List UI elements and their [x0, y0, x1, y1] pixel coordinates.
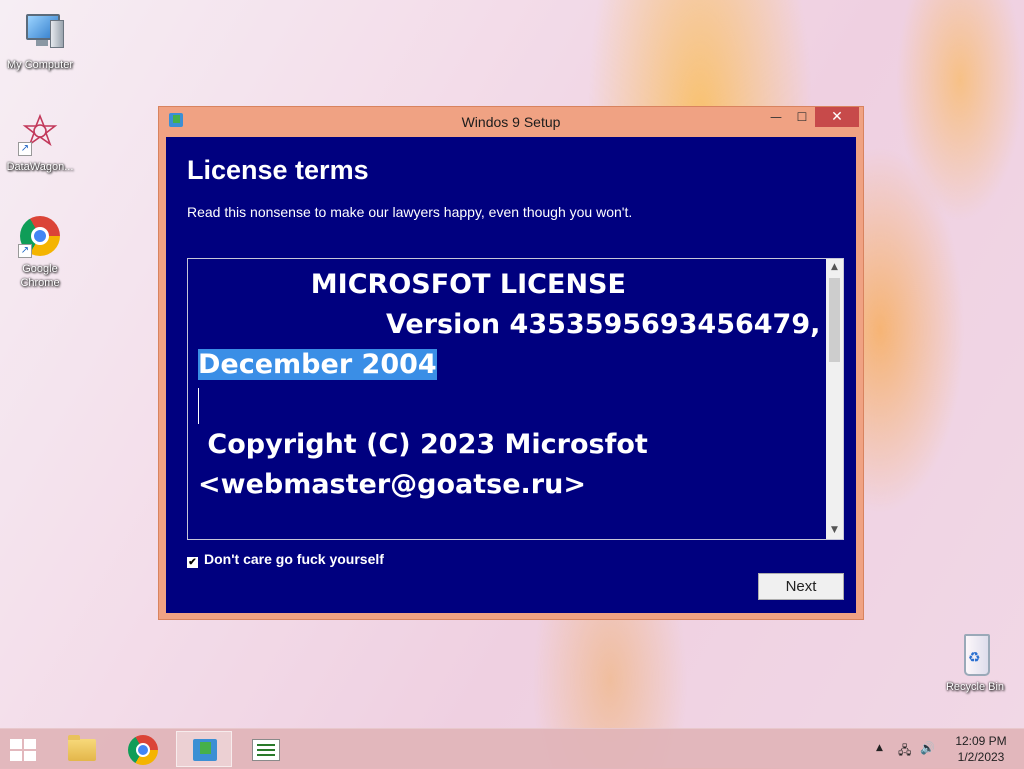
- desktop-icon-my-computer[interactable]: My Computer: [0, 8, 80, 72]
- taskbar-chrome[interactable]: [116, 731, 172, 767]
- license-scrollbar[interactable]: ▲ ▼: [826, 259, 843, 539]
- page-title: License terms: [187, 155, 369, 185]
- taskbar-setup[interactable]: [176, 731, 232, 767]
- next-button[interactable]: Next: [758, 573, 844, 600]
- desktop-icon-label: Recycle Bin: [945, 681, 1005, 693]
- shortcut-arrow-icon: ↗: [18, 142, 32, 156]
- window-title: Windos 9 Setup: [461, 114, 561, 130]
- computer-icon: [16, 8, 64, 56]
- datawagon-icon: ↗: [16, 110, 64, 158]
- accept-checkbox-row[interactable]: ✔ Don't care go fuck yourself: [187, 551, 384, 568]
- setup-window: Windos 9 Setup — ☐ ✕ License terms Read …: [158, 106, 864, 620]
- text-caret: [198, 387, 199, 424]
- start-button[interactable]: [0, 731, 56, 767]
- desktop-icon-datawagon[interactable]: ↗ DataWagon...: [0, 110, 80, 174]
- license-selected-text: December 2004: [198, 349, 437, 380]
- scroll-down-arrow-icon[interactable]: ▼: [826, 522, 843, 539]
- desktop-icon-label: DataWagon...: [6, 161, 74, 173]
- start-icon: [10, 739, 38, 763]
- close-button[interactable]: ✕: [815, 107, 859, 127]
- desktop-icon-google-chrome[interactable]: ↗ Google Chrome: [0, 212, 80, 290]
- desktop-icon-recycle-bin[interactable]: ♻ Recycle Bin: [935, 630, 1015, 694]
- license-line-version: Version 4353595693456479,: [198, 309, 821, 340]
- setup-content: License terms Read this nonsense to make…: [166, 137, 856, 613]
- volume-icon[interactable]: 🔊: [920, 741, 935, 755]
- clock[interactable]: 12:09 PM 1/2/2023: [948, 733, 1014, 765]
- license-line-email: <webmaster@goatse.ru>: [198, 469, 586, 500]
- taskbar-file-explorer[interactable]: [54, 731, 110, 767]
- network-icon[interactable]: 🖧: [898, 741, 911, 762]
- taskbar: ▲ 🖧 🔊 12:09 PM 1/2/2023: [0, 728, 1024, 769]
- accept-checkbox-label[interactable]: Don't care go fuck yourself: [204, 551, 384, 567]
- desktop-icon-label: My Computer: [6, 59, 74, 71]
- file-explorer-icon: [68, 735, 96, 761]
- scroll-up-arrow-icon[interactable]: ▲: [826, 259, 843, 276]
- chrome-icon: ↗: [16, 212, 64, 260]
- license-line-copyright: Copyright (C) 2023 Microsfot: [198, 429, 648, 460]
- scrollbar-thumb[interactable]: [829, 278, 840, 362]
- setup-icon: [193, 739, 217, 761]
- clock-time: 12:09 PM: [955, 734, 1007, 748]
- recycle-bin-icon: ♻: [951, 630, 999, 678]
- taskbar-task-list[interactable]: [238, 731, 294, 767]
- accept-checkbox[interactable]: ✔: [187, 557, 198, 568]
- maximize-button[interactable]: ☐: [789, 107, 815, 127]
- task-list-icon: [252, 739, 280, 761]
- license-text-box[interactable]: MICROSFOT LICENSE Version 43535956934564…: [187, 258, 844, 540]
- page-subtitle: Read this nonsense to make our lawyers h…: [187, 204, 633, 220]
- title-bar[interactable]: Windos 9 Setup — ☐ ✕: [159, 107, 863, 137]
- desktop-icon-label: Google Chrome: [20, 263, 60, 289]
- minimize-button[interactable]: —: [763, 107, 789, 127]
- license-text[interactable]: MICROSFOT LICENSE Version 43535956934564…: [198, 265, 821, 505]
- clock-date: 1/2/2023: [957, 750, 1005, 764]
- chrome-icon: [128, 735, 158, 765]
- license-line-title: MICROSFOT LICENSE: [198, 269, 626, 300]
- shortcut-arrow-icon: ↗: [18, 244, 32, 258]
- show-hidden-icons-chevron-icon[interactable]: ▲: [876, 743, 883, 753]
